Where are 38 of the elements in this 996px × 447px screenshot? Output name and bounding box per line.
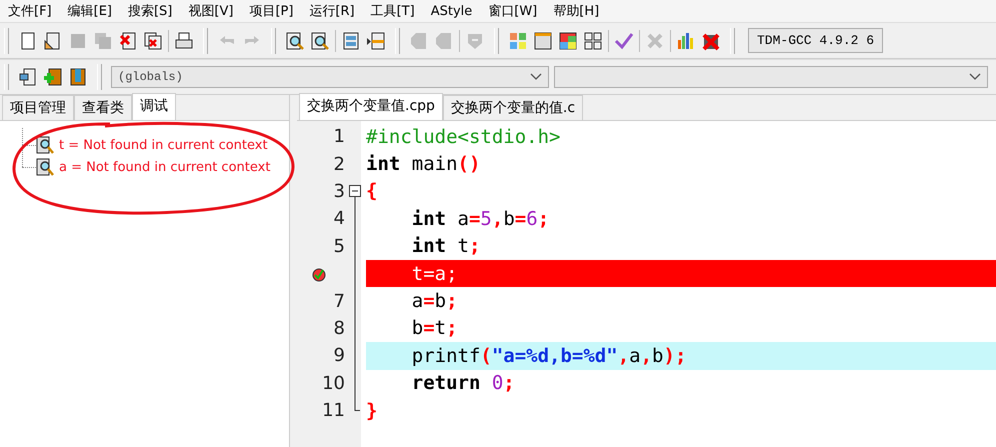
file-tab[interactable]: 交换两个变量的值.c [442, 95, 584, 120]
menu-item[interactable]: 帮助[H] [548, 2, 610, 20]
compiler-select[interactable]: TDM-GCC 4.9.2 6 [748, 28, 884, 53]
line-number: 2 [334, 154, 345, 175]
menu-item[interactable]: 视图[V] [183, 2, 244, 20]
code-line: a=b; [410, 289, 459, 314]
line-number: 9 [334, 345, 345, 366]
code-line: #include<stdio.h> [366, 124, 562, 150]
line-number: 3 [334, 180, 345, 202]
menu-item[interactable]: 编辑[E] [62, 2, 123, 20]
line-number: 4 [334, 208, 345, 230]
watch-item[interactable]: t = Not found in current context [59, 138, 268, 152]
line-number: 5 [334, 236, 345, 257]
menu-item[interactable]: 项目[P] [244, 2, 304, 20]
menu-item[interactable]: 运行[R] [304, 2, 366, 20]
dropdown[interactable]: (globals) [111, 66, 549, 88]
code-line: int a=5,b=6; [410, 206, 550, 232]
code-line: } [366, 398, 378, 424]
panel-tab[interactable]: 查看类 [74, 95, 132, 120]
line-number: 8 [334, 318, 345, 339]
panel-tab[interactable]: 项目管理 [2, 95, 74, 120]
menu-item[interactable]: 窗口[W] [483, 2, 548, 20]
line-number: 10 [322, 372, 345, 394]
watch-item[interactable]: a = Not found in current context [59, 160, 270, 174]
line-number: 11 [322, 400, 345, 422]
line-number: 1 [334, 126, 345, 148]
code-line: return 0; [410, 371, 516, 396]
menu-item[interactable]: 文件[F] [3, 2, 63, 20]
file-tab[interactable]: 交换两个变量值.cpp [299, 93, 443, 120]
code-line: int main() [366, 152, 482, 178]
line-number: 7 [334, 290, 345, 312]
panel-tab[interactable]: 调试 [132, 93, 176, 120]
menu-item[interactable]: 工具[T] [366, 2, 426, 20]
code-line: b=t; [410, 316, 459, 342]
menu-item[interactable]: AStyle [426, 4, 484, 18]
code-line: { [366, 179, 378, 204]
menu-item[interactable]: 搜索[S] [122, 2, 184, 20]
code-line: int t; [410, 234, 482, 260]
